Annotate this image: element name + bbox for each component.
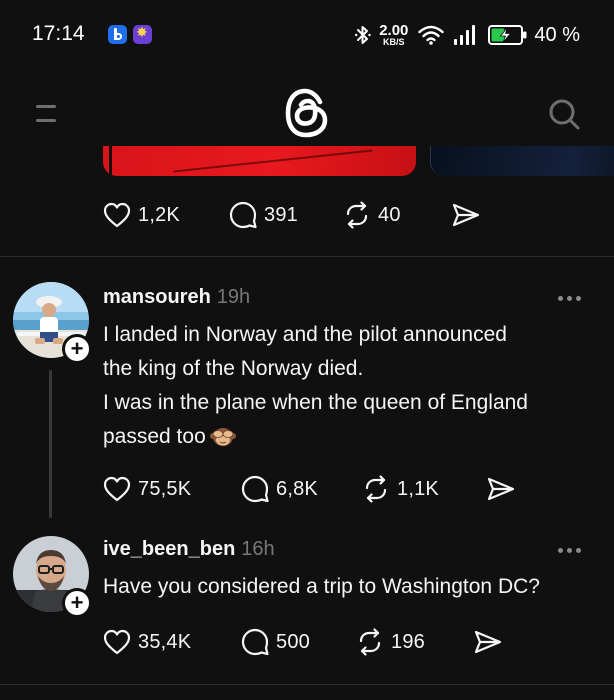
repost-button[interactable]: 1,1K <box>362 474 439 504</box>
star-app-icon <box>133 25 152 44</box>
bluetooth-icon <box>355 26 371 44</box>
follow-button[interactable]: + <box>62 334 92 364</box>
divider <box>0 684 614 685</box>
post-text-line: the king of the Norway died. <box>103 357 364 380</box>
reply-button[interactable]: 6,8K <box>241 474 318 504</box>
heart-icon <box>103 629 131 655</box>
wifi-icon <box>418 25 445 45</box>
reply-button[interactable]: 500 <box>241 627 310 657</box>
status-bar: 17:14 2.00 KB/S <box>0 0 614 70</box>
more-options-icon[interactable] <box>558 292 588 304</box>
repost-button[interactable]: 40 <box>343 200 401 230</box>
cellular-signal-icon <box>454 25 476 45</box>
thread-line <box>49 370 52 518</box>
comment-icon <box>241 475 269 503</box>
post-text-line: I landed in Norway and the pilot announc… <box>103 323 507 346</box>
network-speed: 2.00 KB/S <box>379 23 408 47</box>
heart-icon <box>103 202 131 228</box>
comment-icon <box>241 628 269 656</box>
media-image-dark[interactable] <box>430 146 614 176</box>
status-indicators: 2.00 KB/S 40 % <box>355 20 580 50</box>
battery: 40 % <box>488 24 580 47</box>
media-image-red[interactable] <box>103 146 416 176</box>
search-icon[interactable] <box>548 98 582 132</box>
battery-percent: 40 % <box>534 23 580 46</box>
reply-count: 500 <box>276 630 310 653</box>
bing-icon <box>108 25 127 44</box>
repost-count: 1,1K <box>397 477 439 500</box>
more-options-icon[interactable] <box>558 544 588 556</box>
post-time: 16h <box>241 538 275 560</box>
network-speed-unit: KB/S <box>383 37 405 47</box>
status-time: 17:14 <box>32 22 85 45</box>
send-icon <box>452 203 480 227</box>
post-mansoureh: + mansoureh 19h I landed in Norway and t… <box>0 256 614 526</box>
share-button[interactable] <box>486 474 516 504</box>
repost-count: 40 <box>378 203 401 226</box>
reply-button[interactable]: 391 <box>229 200 298 230</box>
previous-post-actions: 1,2K 391 40 <box>103 200 603 230</box>
share-button[interactable] <box>451 200 481 230</box>
reply-count: 6,8K <box>276 477 318 500</box>
post-text: I landed in Norway and the pilot announc… <box>103 318 603 454</box>
post-ive-been-ben: + ive_been_ben 16h Have you considered a… <box>0 526 614 700</box>
post-time: 19h <box>216 286 251 308</box>
post-header: ive_been_ben 16h <box>103 538 275 561</box>
post-text-line: I was in the plane when the queen of Eng… <box>103 391 528 414</box>
repost-icon <box>365 475 387 503</box>
reply-count: 391 <box>264 203 298 226</box>
post-text-segment: passed too <box>103 425 206 448</box>
like-button[interactable]: 35,4K <box>103 627 191 657</box>
network-speed-value: 2.00 <box>379 22 409 39</box>
username[interactable]: ive_been_ben <box>103 538 235 561</box>
post-actions: 35,4K 500 196 <box>103 627 603 657</box>
post-text: Have you considered a trip to Washington… <box>103 570 603 604</box>
like-button[interactable]: 1,2K <box>103 200 180 230</box>
repost-button[interactable]: 196 <box>356 627 425 657</box>
post-header: mansoureh 19h <box>103 286 250 309</box>
post-text-line: passed too <box>103 420 603 454</box>
share-button[interactable] <box>473 627 503 657</box>
like-count: 75,5K <box>138 477 192 500</box>
post-text-line: Have you considered a trip to Washington… <box>103 575 540 598</box>
post-actions: 75,5K 6,8K 1,1K <box>103 474 603 504</box>
comment-icon <box>229 201 257 229</box>
send-icon <box>487 477 515 501</box>
follow-button[interactable]: + <box>62 588 92 618</box>
like-count: 35,4K <box>138 630 192 653</box>
repost-icon <box>346 201 368 229</box>
like-button[interactable]: 75,5K <box>103 474 191 504</box>
threads-logo[interactable] <box>284 88 330 138</box>
like-count: 1,2K <box>138 203 180 226</box>
username[interactable]: mansoureh <box>103 286 211 309</box>
previous-post-media <box>0 146 614 176</box>
battery-charging-icon <box>488 25 527 45</box>
repost-count: 196 <box>391 630 425 653</box>
send-icon <box>474 630 502 654</box>
menu-icon[interactable] <box>36 100 56 128</box>
repost-icon <box>359 628 381 656</box>
see-no-evil-monkey-icon <box>209 428 236 446</box>
heart-icon <box>103 476 131 502</box>
